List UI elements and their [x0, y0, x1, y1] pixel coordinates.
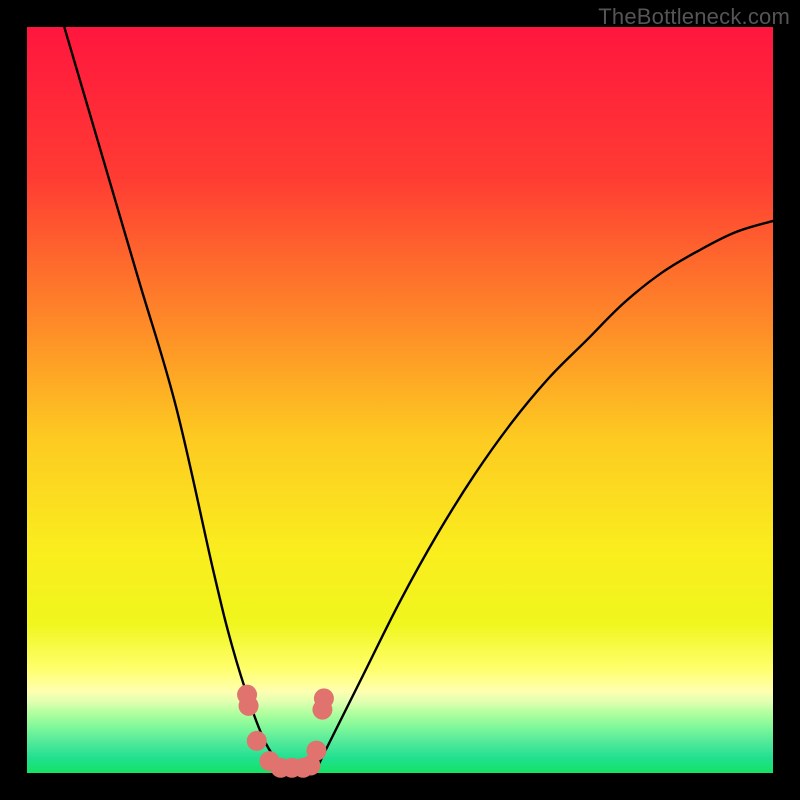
chart-canvas [0, 0, 800, 800]
watermark-text: TheBottleneck.com [598, 4, 790, 30]
plot-background [27, 27, 773, 773]
data-dot [239, 696, 259, 716]
chart-stage: TheBottleneck.com [0, 0, 800, 800]
data-dot [314, 688, 334, 708]
data-dot [247, 731, 267, 751]
data-dot [306, 741, 326, 761]
